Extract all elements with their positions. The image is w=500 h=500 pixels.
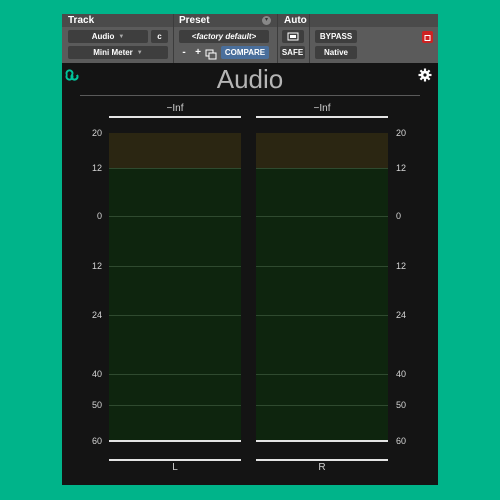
title-divider xyxy=(80,95,420,96)
meter-gridline xyxy=(256,405,388,406)
auto-section-label: Auto xyxy=(284,15,307,26)
automation-icon xyxy=(287,32,299,41)
meter-left xyxy=(109,133,241,441)
header-divider xyxy=(173,14,174,63)
meter-hot-zone xyxy=(109,133,241,168)
scale-tick: 20 xyxy=(91,128,102,138)
meter-base-left xyxy=(109,459,241,461)
channel-selector[interactable]: c xyxy=(151,30,168,43)
meter-gridline xyxy=(109,315,241,316)
automation-button[interactable] xyxy=(282,30,304,43)
peak-readout-right: −Inf xyxy=(313,103,331,114)
scale-tick: 12 xyxy=(91,261,102,271)
meter-gridline xyxy=(256,266,388,267)
track-name: Audio xyxy=(91,32,115,41)
scale-tick: 12 xyxy=(396,261,407,271)
header-divider xyxy=(309,14,310,63)
track-section-label: Track xyxy=(68,15,95,26)
scale-tick: 60 xyxy=(396,436,407,446)
meter-gridline xyxy=(109,216,241,217)
peak-readout-left: −Inf xyxy=(166,103,184,114)
scale-tick: 20 xyxy=(396,128,407,138)
scale-tick: 40 xyxy=(396,369,407,379)
peak-hold-bar-right xyxy=(256,116,388,118)
meter-gridline xyxy=(256,374,388,375)
scale-tick: 50 xyxy=(91,400,102,410)
header-divider xyxy=(277,14,278,63)
meter-gridline xyxy=(109,168,241,169)
preset-dropdown[interactable]: <factory default> xyxy=(179,30,269,43)
close-button[interactable] xyxy=(422,31,433,43)
plugin-title: Audio xyxy=(216,64,284,94)
scale-tick: 12 xyxy=(396,163,407,173)
meter-floor-left xyxy=(109,440,241,442)
copy-settings-icon[interactable] xyxy=(205,47,217,60)
scale-tick: 40 xyxy=(91,369,102,379)
scale-tick: 24 xyxy=(91,310,102,320)
meter-gridline xyxy=(256,315,388,316)
channel-label-left: L xyxy=(172,462,178,473)
meter-gridline xyxy=(109,374,241,375)
scale-tick: 0 xyxy=(396,211,402,221)
channel-label-right: R xyxy=(318,462,326,473)
preset-prev-button[interactable]: - xyxy=(179,46,189,59)
scale-tick: 12 xyxy=(91,163,102,173)
scale-tick: 24 xyxy=(396,310,407,320)
meter-gridline xyxy=(256,216,388,217)
meter-gridline xyxy=(256,168,388,169)
gear-icon[interactable] xyxy=(418,68,432,82)
safe-button[interactable]: SAFE xyxy=(280,46,305,59)
peak-hold-bar-left xyxy=(109,116,241,118)
preset-name: <factory default> xyxy=(191,32,257,41)
meter-hot-zone xyxy=(256,133,388,168)
chevron-down-icon: ▼ xyxy=(136,49,143,56)
meter-base-right xyxy=(256,459,388,461)
scale-tick: 50 xyxy=(396,400,407,410)
meter-gridline xyxy=(109,405,241,406)
plugin-name: Mini Meter xyxy=(93,48,133,57)
bypass-button[interactable]: BYPASS xyxy=(315,30,357,43)
plugin-insert-dropdown[interactable]: Mini Meter ▼ xyxy=(68,46,168,59)
compare-button[interactable]: COMPARE xyxy=(221,46,269,59)
scale-tick: 0 xyxy=(96,211,102,221)
meter-gridline xyxy=(109,266,241,267)
header-label-strip xyxy=(62,14,438,27)
preset-next-button[interactable]: + xyxy=(193,46,203,59)
track-name-dropdown[interactable]: Audio ▼ xyxy=(68,30,148,43)
preset-menu-icon[interactable]: ▾ xyxy=(262,16,271,25)
native-indicator: Native xyxy=(315,46,357,59)
scale-tick: 60 xyxy=(91,436,102,446)
preset-section-label: Preset xyxy=(179,15,210,26)
meter-right xyxy=(256,133,388,441)
close-icon xyxy=(424,35,431,41)
meter-floor-right xyxy=(256,440,388,442)
chevron-down-icon: ▼ xyxy=(118,33,125,40)
